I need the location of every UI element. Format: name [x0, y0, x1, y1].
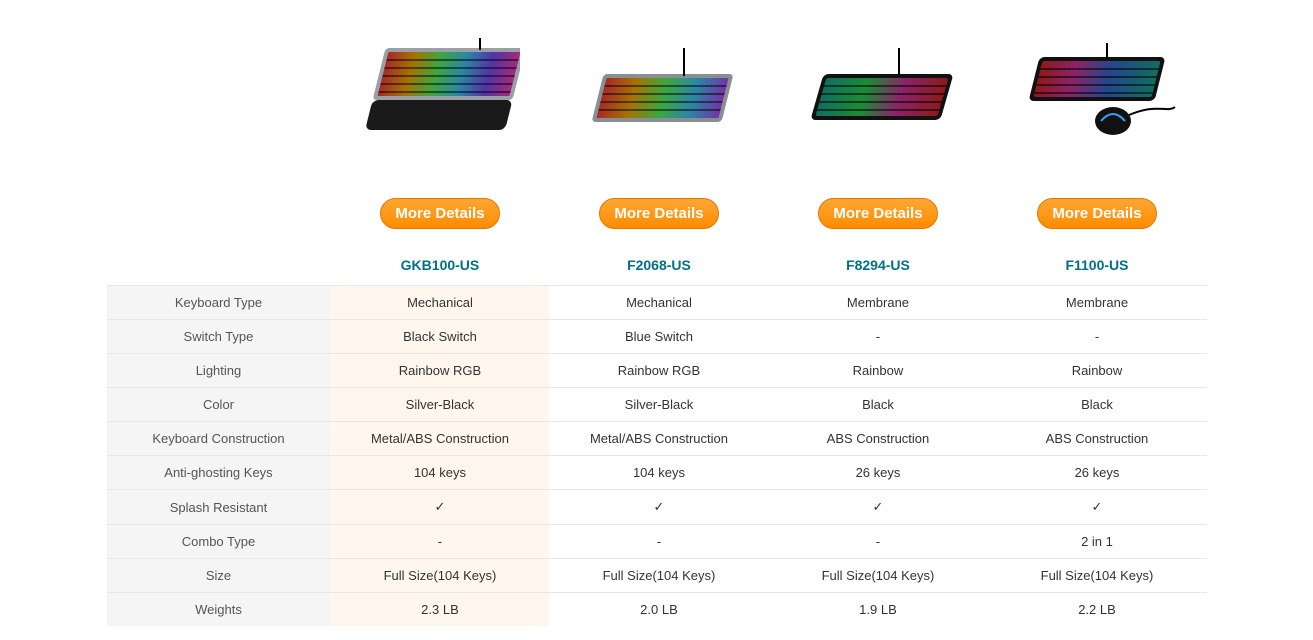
table-row: LightingRainbow RGBRainbow RGBRainbowRai…	[107, 354, 1207, 388]
spec-value: Membrane	[768, 286, 987, 320]
button-row: More Details More Details More Details M…	[107, 170, 1207, 247]
spec-value: Rainbow	[987, 354, 1206, 388]
comparison-table: More Details More Details More Details M…	[107, 20, 1207, 626]
spec-label: Size	[107, 559, 331, 593]
table-row: SizeFull Size(104 Keys)Full Size(104 Key…	[107, 559, 1207, 593]
spec-value: -	[768, 320, 987, 354]
spec-value: Metal/ABS Construction	[549, 422, 768, 456]
spec-value: Full Size(104 Keys)	[549, 559, 768, 593]
spec-value: ✓	[330, 490, 549, 525]
spec-value: Black	[768, 388, 987, 422]
product-image-cell	[768, 20, 987, 170]
spec-value: Silver-Black	[330, 388, 549, 422]
more-details-button[interactable]: More Details	[599, 198, 718, 229]
spec-value: Mechanical	[330, 286, 549, 320]
spec-value: Rainbow RGB	[549, 354, 768, 388]
more-details-button[interactable]: More Details	[380, 198, 499, 229]
keyboard-image-f8294	[803, 48, 953, 138]
spec-label: Weights	[107, 593, 331, 627]
spec-value: ABS Construction	[987, 422, 1206, 456]
spec-value: ✓	[768, 490, 987, 525]
spec-label: Anti-ghosting Keys	[107, 456, 331, 490]
spec-value: Black Switch	[330, 320, 549, 354]
model-name: GKB100-US	[330, 247, 549, 286]
spec-label: Keyboard Type	[107, 286, 331, 320]
spec-label: Combo Type	[107, 525, 331, 559]
table-row: Combo Type---2 in 1	[107, 525, 1207, 559]
table-row: ColorSilver-BlackSilver-BlackBlackBlack	[107, 388, 1207, 422]
table-row: Weights2.3 LB2.0 LB1.9 LB2.2 LB	[107, 593, 1207, 627]
spec-value: Metal/ABS Construction	[330, 422, 549, 456]
spec-value: 2.3 LB	[330, 593, 549, 627]
spec-value: Mechanical	[549, 286, 768, 320]
spec-value: Black	[987, 388, 1206, 422]
keyboard-mouse-image-f1100	[1017, 43, 1177, 143]
product-image-cell	[330, 20, 549, 170]
table-row: Splash Resistant✓✓✓✓	[107, 490, 1207, 525]
spec-value: Rainbow RGB	[330, 354, 549, 388]
more-details-button[interactable]: More Details	[1037, 198, 1156, 229]
spec-value: 26 keys	[768, 456, 987, 490]
spec-value: Full Size(104 Keys)	[768, 559, 987, 593]
more-details-button[interactable]: More Details	[818, 198, 937, 229]
spec-value: 2.2 LB	[987, 593, 1206, 627]
spec-label: Splash Resistant	[107, 490, 331, 525]
spec-value: Full Size(104 Keys)	[987, 559, 1206, 593]
spec-label: Color	[107, 388, 331, 422]
spec-value: 2.0 LB	[549, 593, 768, 627]
keyboard-image-f2068	[584, 48, 734, 138]
spec-value: 1.9 LB	[768, 593, 987, 627]
spec-value: -	[330, 525, 549, 559]
spec-value: Full Size(104 Keys)	[330, 559, 549, 593]
spec-label: Switch Type	[107, 320, 331, 354]
table-row: Keyboard ConstructionMetal/ABS Construct…	[107, 422, 1207, 456]
spec-label: Keyboard Construction	[107, 422, 331, 456]
model-name: F8294-US	[768, 247, 987, 286]
table-row: Switch TypeBlack SwitchBlue Switch--	[107, 320, 1207, 354]
spec-value: 2 in 1	[987, 525, 1206, 559]
spec-value: 26 keys	[987, 456, 1206, 490]
table-row: Anti-ghosting Keys104 keys104 keys26 key…	[107, 456, 1207, 490]
model-name: F2068-US	[549, 247, 768, 286]
spec-value: -	[768, 525, 987, 559]
product-image-cell	[987, 20, 1206, 170]
spec-value: 104 keys	[330, 456, 549, 490]
model-row: . GKB100-US F2068-US F8294-US F1100-US	[107, 247, 1207, 286]
spec-label: Lighting	[107, 354, 331, 388]
model-name: F1100-US	[987, 247, 1206, 286]
spec-value: ✓	[987, 490, 1206, 525]
product-image-cell	[549, 20, 768, 170]
spec-value: -	[987, 320, 1206, 354]
image-row	[107, 20, 1207, 170]
comparison-table-wrap: More Details More Details More Details M…	[107, 0, 1207, 626]
spec-value: Membrane	[987, 286, 1206, 320]
keyboard-image-gkb100	[360, 38, 520, 148]
spec-value: ✓	[549, 490, 768, 525]
spec-value: 104 keys	[549, 456, 768, 490]
spec-value: -	[549, 525, 768, 559]
spec-value: Silver-Black	[549, 388, 768, 422]
spec-value: ABS Construction	[768, 422, 987, 456]
table-row: Keyboard TypeMechanicalMechanicalMembran…	[107, 286, 1207, 320]
spec-value: Blue Switch	[549, 320, 768, 354]
spec-value: Rainbow	[768, 354, 987, 388]
